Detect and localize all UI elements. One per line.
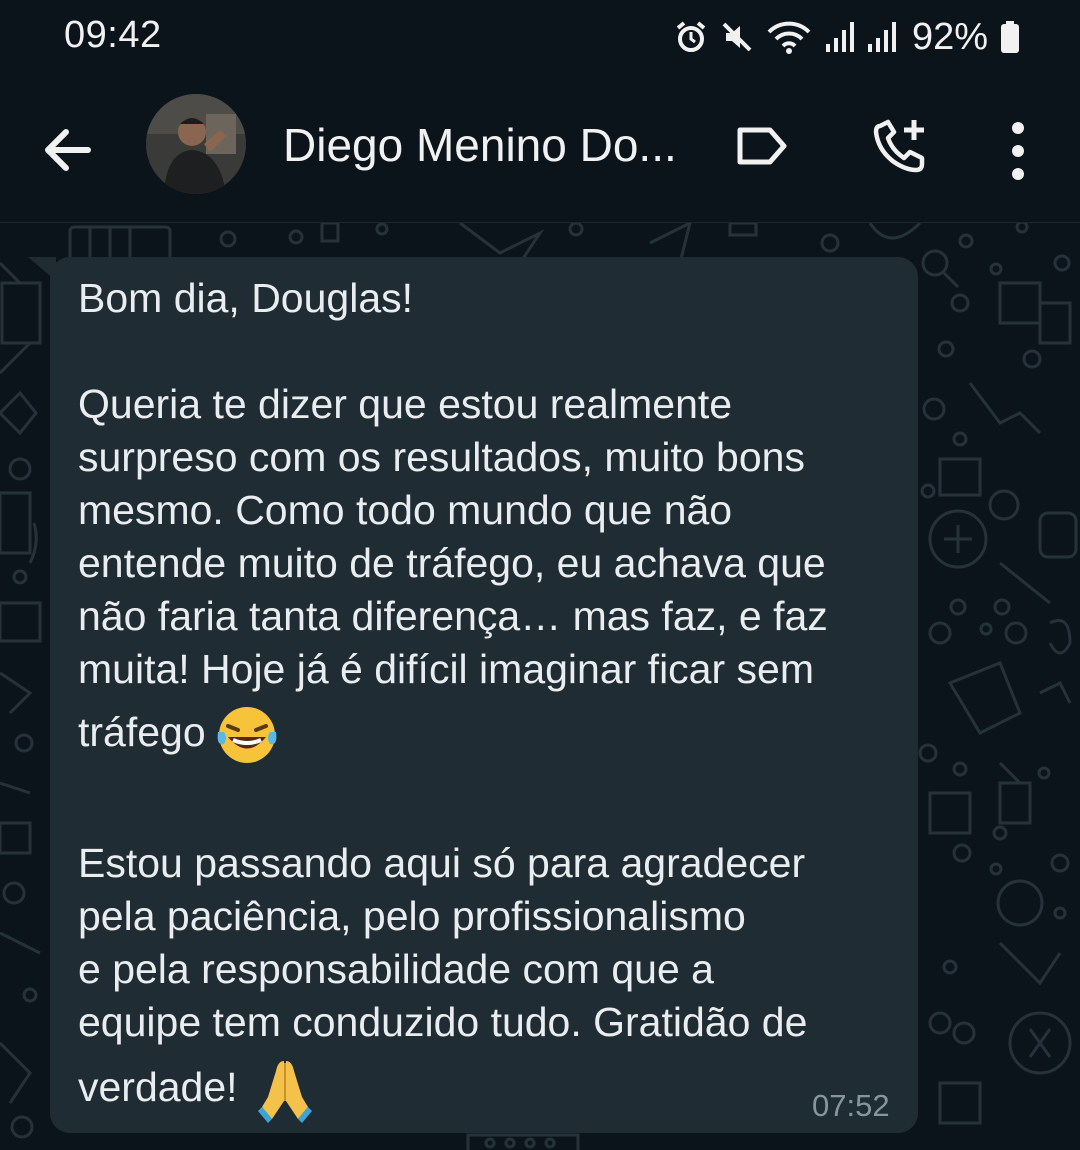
message-line: equipe tem conduzido tudo. Gratidão de bbox=[78, 999, 808, 1045]
alarm-icon bbox=[676, 21, 706, 52]
add-call-icon[interactable] bbox=[870, 116, 930, 176]
signal-icon bbox=[825, 22, 854, 52]
message-line: Estou passando aqui só para agradecer bbox=[78, 840, 806, 886]
battery-percent: 92% bbox=[911, 15, 988, 58]
message-line: Queria te dizer que estou realmente bbox=[78, 381, 733, 427]
message-line: muita! Hoje já é difícil imaginar ficar … bbox=[78, 646, 814, 692]
folded-hands-emoji bbox=[257, 1061, 312, 1123]
message-timestamp: 07:52 bbox=[812, 1088, 890, 1123]
message-text[interactable]: Bom dia, Douglas! Queria te dizer que es… bbox=[78, 272, 908, 1123]
message-line: entende muito de tráfego, eu achava que bbox=[78, 540, 826, 586]
label-icon[interactable] bbox=[734, 124, 790, 168]
message-line: e pela responsabilidade com que a bbox=[78, 946, 714, 992]
mute-icon bbox=[722, 22, 752, 52]
more-vert-icon[interactable] bbox=[998, 116, 1038, 186]
status-bar: 09:42 92% bbox=[0, 0, 1080, 80]
message-line-with-emoji: tráfego bbox=[78, 702, 908, 768]
status-time: 09:42 bbox=[64, 14, 162, 56]
back-arrow-icon[interactable] bbox=[40, 120, 100, 180]
message-line: Bom dia, Douglas! bbox=[78, 275, 414, 321]
message-line-with-emoji: verdade! bbox=[78, 1057, 908, 1123]
message-line: verdade! bbox=[78, 1063, 238, 1110]
battery-icon bbox=[1001, 21, 1019, 53]
wifi-icon bbox=[767, 21, 811, 54]
laughing-tears-emoji bbox=[217, 707, 277, 763]
message-line: não faria tanta diferença… mas faz, e fa… bbox=[78, 593, 828, 639]
message-line: mesmo. Como todo mundo que não bbox=[78, 487, 733, 533]
message-line: pela paciência, pelo profissionalismo bbox=[78, 893, 746, 939]
chat-screen: 09:42 92% Diego Menino Do... Bom dia, Do… bbox=[0, 0, 1080, 1150]
status-icons: 92% bbox=[674, 14, 1020, 60]
chat-header: Diego Menino Do... bbox=[0, 80, 1080, 223]
signal-icon bbox=[867, 22, 896, 52]
contact-name[interactable]: Diego Menino Do... bbox=[283, 118, 683, 172]
avatar-photo bbox=[146, 94, 246, 194]
message-line: surpreso com os resultados, muito bons bbox=[78, 434, 805, 480]
contact-avatar[interactable] bbox=[146, 94, 246, 194]
message-line: tráfego bbox=[78, 708, 206, 755]
